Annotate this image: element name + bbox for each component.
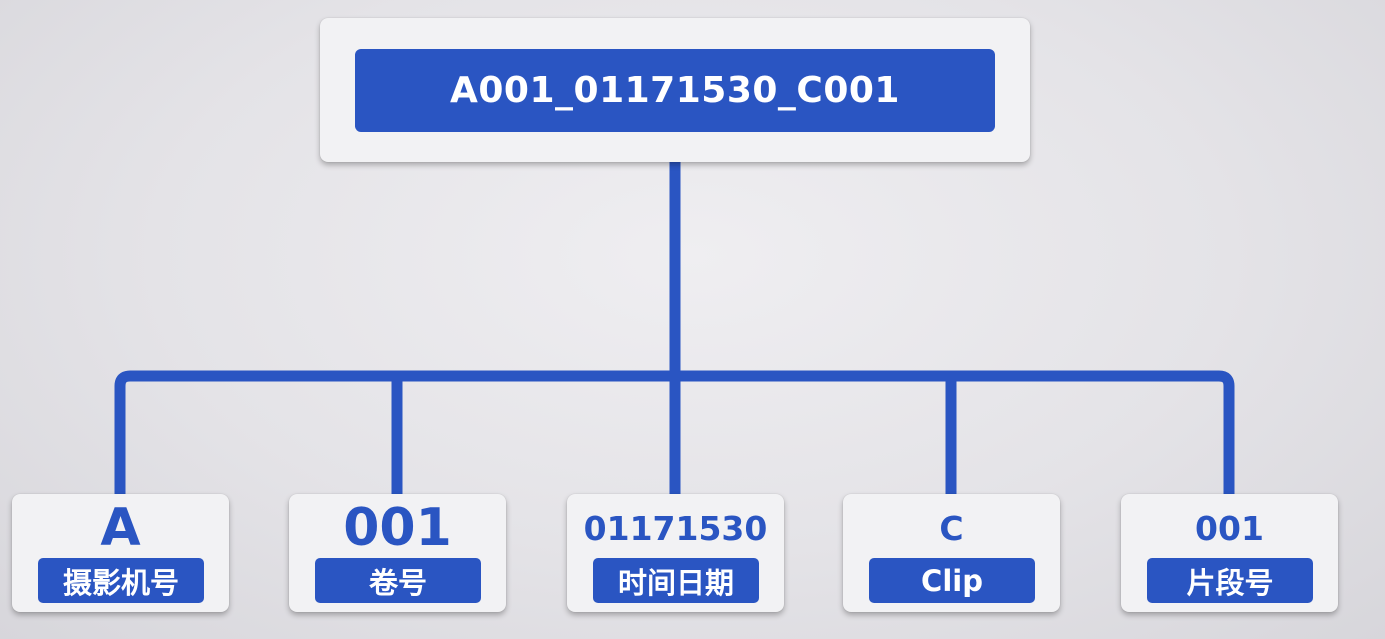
part-code-segment: 001 <box>1195 508 1264 548</box>
part-code-datetime: 01171530 <box>583 508 768 548</box>
part-label-clip: Clip <box>869 558 1035 603</box>
root-filename-card: A001_01171530_C001 <box>320 18 1030 162</box>
part-label-reel: 卷号 <box>315 558 481 603</box>
part-card-camera: A 摄影机号 <box>12 494 229 612</box>
part-code-clip: C <box>939 508 964 548</box>
part-code-camera: A <box>100 498 141 558</box>
part-card-clip: C Clip <box>843 494 1060 612</box>
part-card-reel: 001 卷号 <box>289 494 506 612</box>
part-label-datetime: 时间日期 <box>593 558 759 603</box>
part-card-datetime: 01171530 时间日期 <box>567 494 784 612</box>
root-filename-label: A001_01171530_C001 <box>355 49 995 132</box>
part-card-segment: 001 片段号 <box>1121 494 1338 612</box>
part-label-camera: 摄影机号 <box>38 558 204 603</box>
part-label-segment: 片段号 <box>1147 558 1313 603</box>
part-code-reel: 001 <box>343 498 452 558</box>
filename-breakdown-diagram: A001_01171530_C001 A 摄影机号 001 卷号 0117153… <box>0 0 1385 639</box>
